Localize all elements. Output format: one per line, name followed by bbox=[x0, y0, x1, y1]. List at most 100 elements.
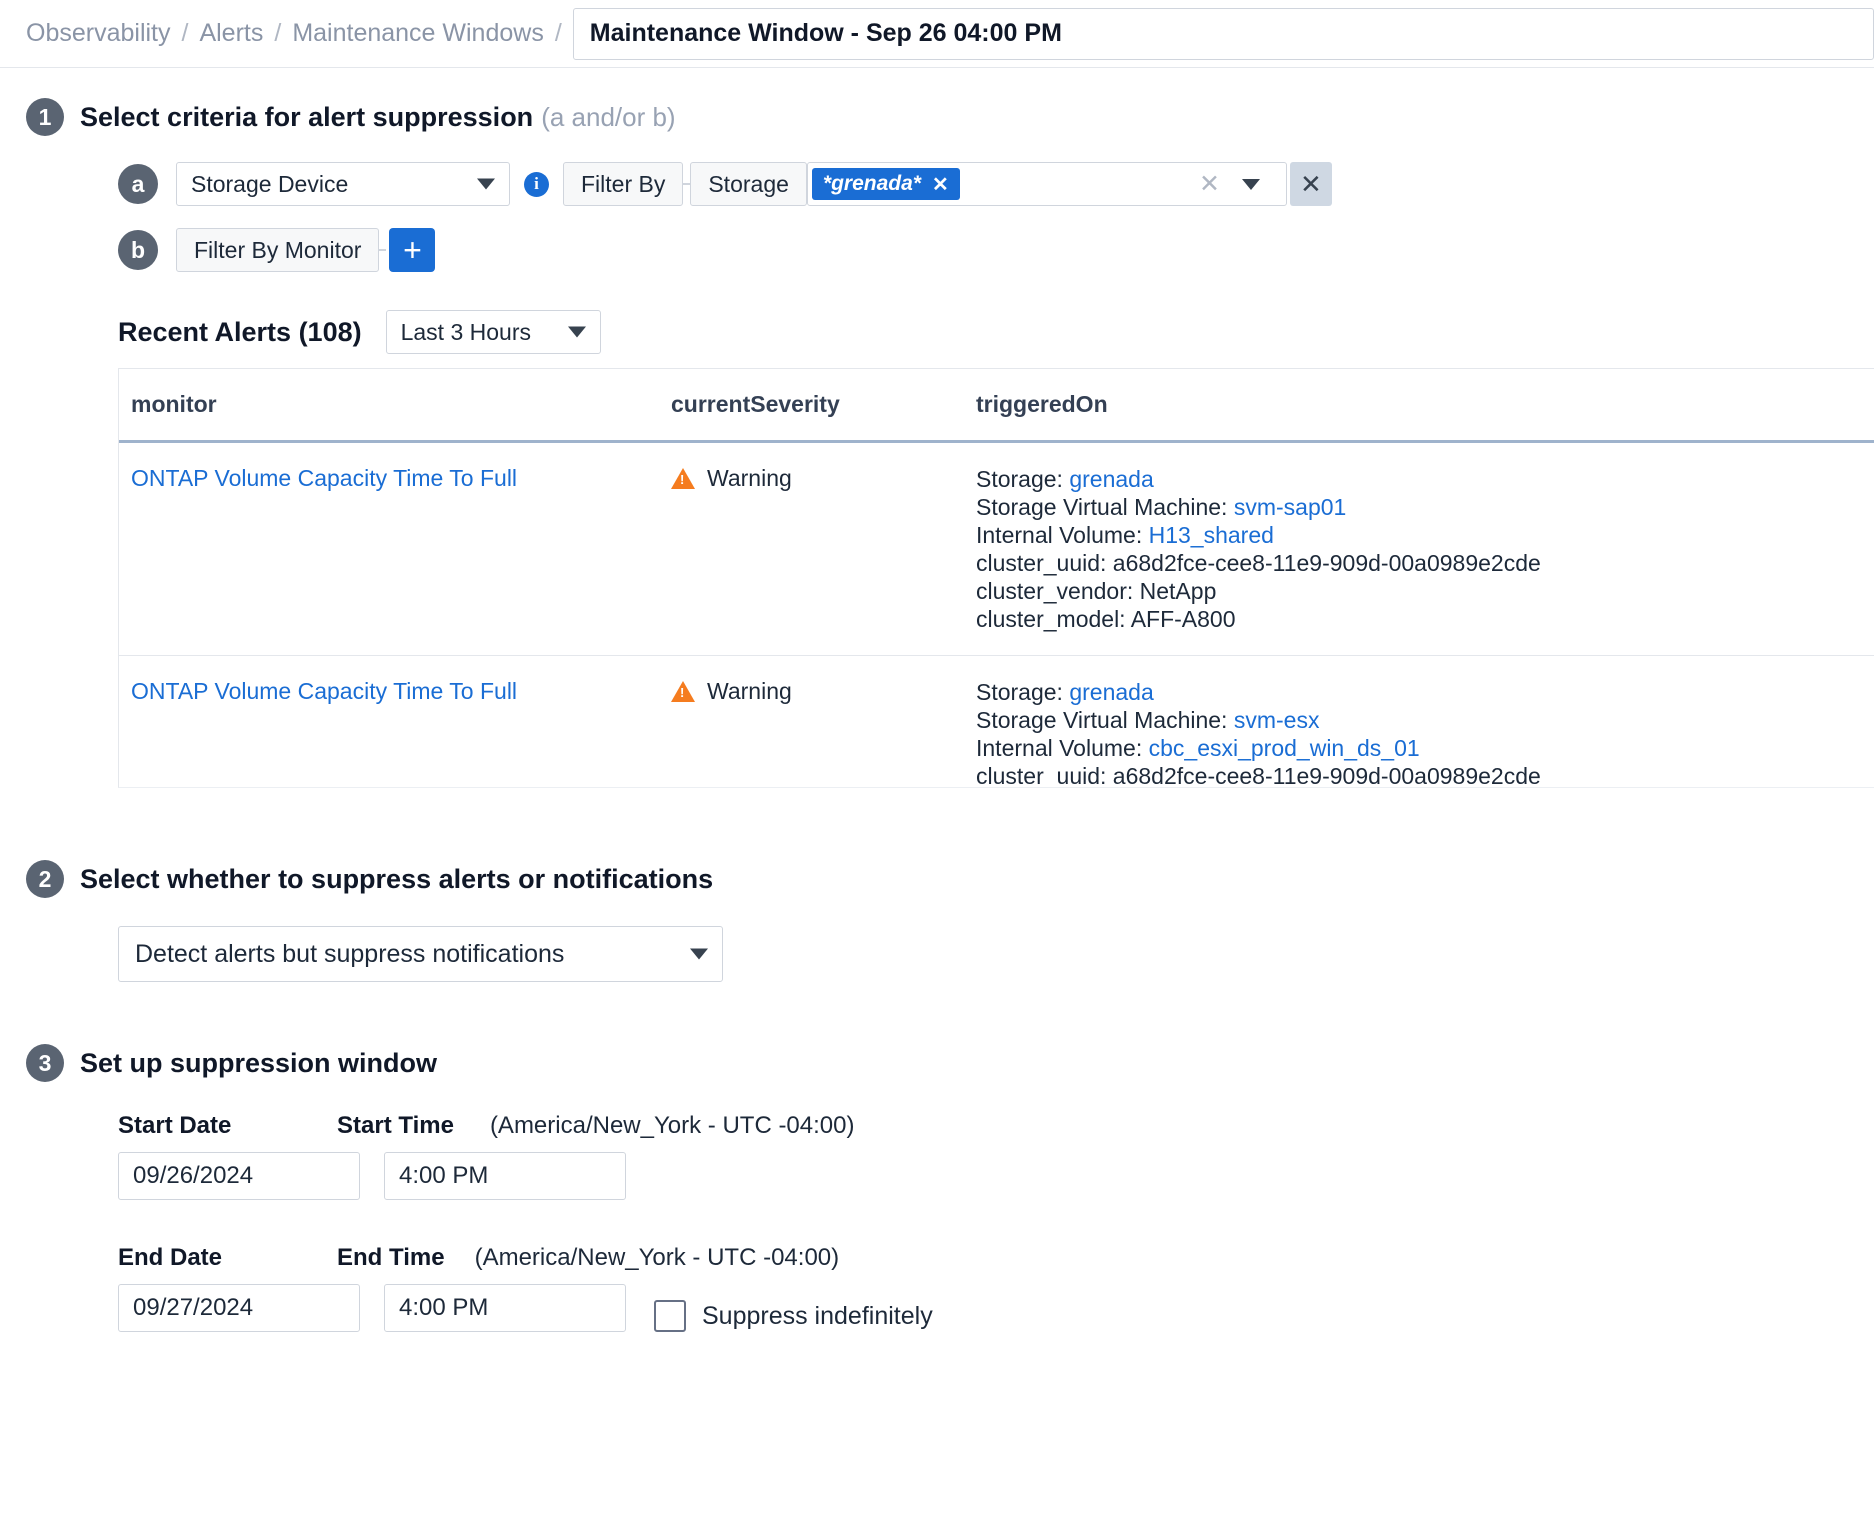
breadcrumb-item-alerts[interactable]: Alerts bbox=[199, 19, 263, 48]
suppression-mode-select[interactable]: Detect alerts but suppress notifications bbox=[118, 926, 723, 982]
end-time-label: End Time bbox=[337, 1244, 445, 1272]
triggered-on-detail-line: Storage: grenada bbox=[976, 678, 1874, 706]
info-icon[interactable]: i bbox=[524, 172, 549, 197]
start-inputs-row bbox=[118, 1152, 1874, 1200]
step-1-title: Select criteria for alert suppression (a … bbox=[80, 102, 676, 133]
add-monitor-filter-button[interactable]: + bbox=[389, 228, 435, 272]
step-2-badge: 2 bbox=[26, 860, 64, 898]
breadcrumb-item-maintenance-windows[interactable]: Maintenance Windows bbox=[292, 19, 544, 48]
triggered-on-detail-line: Storage Virtual Machine: svm-sap01 bbox=[976, 493, 1874, 521]
end-inputs-row: Suppress indefinitely bbox=[118, 1284, 1874, 1332]
chevron-down-icon bbox=[477, 179, 495, 190]
start-timezone-label: (America/New_York - UTC -04:00) bbox=[490, 1112, 855, 1140]
start-labels-row: Start Date Start Time (America/New_York … bbox=[118, 1112, 1874, 1140]
detail-value[interactable]: svm-sap01 bbox=[1234, 494, 1346, 520]
detail-value[interactable]: grenada bbox=[1069, 466, 1153, 492]
filter-by-button[interactable]: Filter By bbox=[563, 162, 683, 206]
triggered-on-detail-line: Internal Volume: cbc_esxi_prod_win_ds_01 bbox=[976, 734, 1874, 762]
end-labels-row: End Date End Time (America/New_York - UT… bbox=[118, 1244, 1874, 1272]
table-row[interactable]: ONTAP Volume Capacity Time To Full Warnin… bbox=[119, 656, 1874, 788]
triggered-on-detail-line: cluster_vendor: NetApp bbox=[976, 577, 1874, 605]
step-2-section: 2 Select whether to suppress alerts or n… bbox=[0, 860, 1874, 982]
step-2-header: 2 Select whether to suppress alerts or n… bbox=[26, 860, 1874, 898]
filter-attribute-button[interactable]: Storage bbox=[690, 162, 807, 206]
time-range-value: Last 3 Hours bbox=[401, 319, 531, 346]
time-range-select[interactable]: Last 3 Hours bbox=[386, 310, 601, 354]
step-2-title: Select whether to suppress alerts or not… bbox=[80, 864, 713, 895]
end-date-label: End Date bbox=[118, 1244, 337, 1272]
step-1-section: 1 Select criteria for alert suppression (… bbox=[0, 98, 1874, 788]
recent-alerts-table-container[interactable]: monitor currentSeverity triggeredOn ONTA… bbox=[118, 368, 1874, 788]
step-3-title: Set up suppression window bbox=[80, 1048, 437, 1079]
column-header-triggered-on[interactable]: triggeredOn bbox=[964, 369, 1874, 442]
criteria-row-b: b Filter By Monitor + bbox=[26, 228, 1874, 272]
detail-label: cluster_uuid: a68d2fce-cee8-11e9-909d-00… bbox=[976, 763, 1541, 788]
recent-alerts-title: Recent Alerts (108) bbox=[118, 317, 362, 348]
warning-triangle-icon bbox=[671, 681, 695, 702]
start-date-label: Start Date bbox=[118, 1112, 337, 1140]
criteria-badge-a: a bbox=[118, 164, 158, 204]
step-1-subtitle: (a and/or b) bbox=[541, 102, 675, 132]
triggered-on-detail-line: Storage Virtual Machine: svm-esx bbox=[976, 706, 1874, 734]
triggered-on-detail-line: Storage: grenada bbox=[976, 465, 1874, 493]
detail-value[interactable]: svm-esx bbox=[1234, 707, 1320, 733]
filter-by-monitor-button[interactable]: Filter By Monitor bbox=[176, 228, 379, 272]
detail-label: cluster_model: AFF-A800 bbox=[976, 606, 1236, 632]
start-date-input[interactable] bbox=[118, 1152, 360, 1200]
entity-type-select[interactable]: Storage Device bbox=[176, 162, 510, 206]
cell-current-severity: Warning bbox=[659, 442, 964, 656]
breadcrumb-separator: / bbox=[274, 19, 281, 48]
clear-icon[interactable]: ✕ bbox=[1199, 172, 1220, 197]
maintenance-window-title-input[interactable] bbox=[573, 8, 1874, 60]
suppress-indefinitely-checkbox[interactable] bbox=[654, 1300, 686, 1332]
triggered-on-detail-line: cluster_uuid: a68d2fce-cee8-11e9-909d-00… bbox=[976, 549, 1874, 577]
segment-connector bbox=[379, 249, 386, 251]
end-date-input[interactable] bbox=[118, 1284, 360, 1332]
column-header-monitor[interactable]: monitor bbox=[119, 369, 659, 442]
close-icon[interactable]: ✕ bbox=[932, 172, 949, 197]
criteria-badge-b: b bbox=[118, 230, 158, 270]
chevron-down-icon bbox=[568, 327, 586, 338]
severity-label: Warning bbox=[707, 678, 792, 705]
suppress-indefinitely-label: Suppress indefinitely bbox=[702, 1302, 933, 1331]
monitor-link[interactable]: ONTAP Volume Capacity Time To Full bbox=[131, 678, 517, 704]
table-row[interactable]: ONTAP Volume Capacity Time To Full Warnin… bbox=[119, 442, 1874, 656]
suppression-window-form: Start Date Start Time (America/New_York … bbox=[118, 1112, 1874, 1332]
suppress-indefinitely-control[interactable]: Suppress indefinitely bbox=[654, 1300, 933, 1332]
chevron-down-icon[interactable] bbox=[1242, 179, 1260, 190]
detail-value[interactable]: cbc_esxi_prod_win_ds_01 bbox=[1149, 735, 1420, 761]
triggered-on-detail-line: Internal Volume: H13_shared bbox=[976, 521, 1874, 549]
step-1-title-text: Select criteria for alert suppression bbox=[80, 102, 533, 132]
suppression-mode-value: Detect alerts but suppress notifications bbox=[135, 940, 564, 969]
cell-monitor: ONTAP Volume Capacity Time To Full bbox=[119, 656, 659, 788]
severity-label: Warning bbox=[707, 465, 792, 492]
entity-type-value: Storage Device bbox=[191, 171, 348, 198]
start-time-input[interactable] bbox=[384, 1152, 626, 1200]
step-1-header: 1 Select criteria for alert suppression (… bbox=[26, 98, 1874, 136]
detail-label: Storage: bbox=[976, 466, 1069, 492]
detail-label: Internal Volume: bbox=[976, 735, 1149, 761]
filter-value-token[interactable]: *grenada* ✕ bbox=[812, 168, 960, 200]
detail-value[interactable]: grenada bbox=[1069, 679, 1153, 705]
breadcrumb-bar: Observability / Alerts / Maintenance Win… bbox=[0, 0, 1874, 68]
end-time-input[interactable] bbox=[384, 1284, 626, 1332]
detail-value[interactable]: H13_shared bbox=[1149, 522, 1274, 548]
cell-triggered-on: Storage: grenadaStorage Virtual Machine:… bbox=[964, 656, 1874, 788]
detail-label: Storage Virtual Machine: bbox=[976, 494, 1234, 520]
step-3-badge: 3 bbox=[26, 1044, 64, 1082]
monitor-link[interactable]: ONTAP Volume Capacity Time To Full bbox=[131, 465, 517, 491]
start-time-label: Start Time bbox=[337, 1112, 454, 1140]
table-header-row: monitor currentSeverity triggeredOn bbox=[119, 369, 1874, 442]
breadcrumb-item-observability[interactable]: Observability bbox=[26, 19, 171, 48]
breadcrumb-separator: / bbox=[182, 19, 189, 48]
remove-criteria-button[interactable]: ✕ bbox=[1290, 162, 1332, 206]
step-1-badge: 1 bbox=[26, 98, 64, 136]
filter-value-field[interactable]: *grenada* ✕ ✕ bbox=[807, 162, 1287, 206]
column-header-current-severity[interactable]: currentSeverity bbox=[659, 369, 964, 442]
step-3-section: 3 Set up suppression window Start Date S… bbox=[0, 1044, 1874, 1332]
detail-label: Storage Virtual Machine: bbox=[976, 707, 1234, 733]
cell-monitor: ONTAP Volume Capacity Time To Full bbox=[119, 442, 659, 656]
detail-label: cluster_vendor: NetApp bbox=[976, 578, 1216, 604]
recent-alerts-header: Recent Alerts (108) Last 3 Hours bbox=[26, 310, 1874, 354]
triggered-on-detail-line: cluster_uuid: a68d2fce-cee8-11e9-909d-00… bbox=[976, 762, 1874, 788]
